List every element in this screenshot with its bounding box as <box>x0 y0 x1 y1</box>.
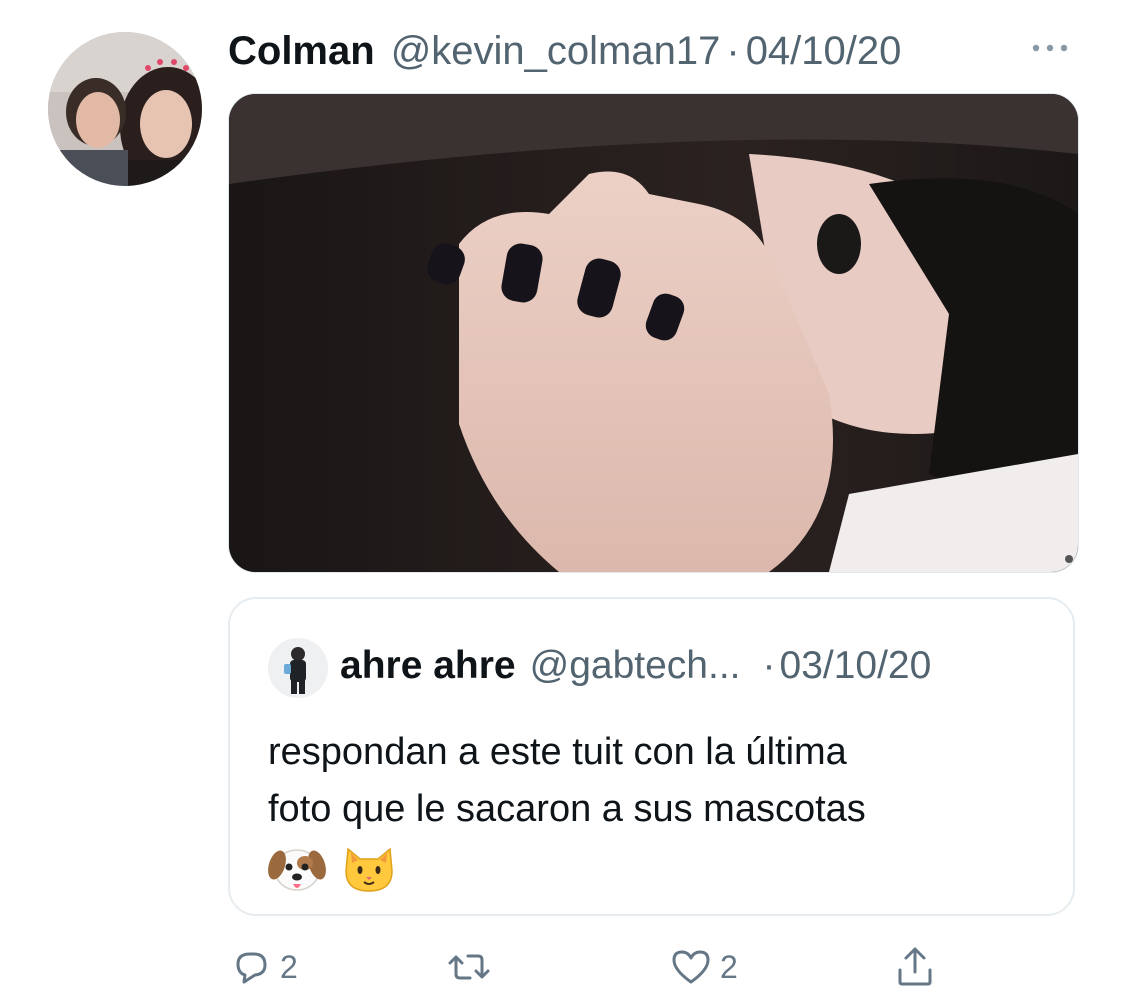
quoted-tweet-header: ahre ahre @gabtech... · 03/10/20 <box>340 643 931 689</box>
quoted-tweet-emojis <box>268 839 398 897</box>
share-button[interactable] <box>892 944 938 990</box>
media-photo <box>229 94 1078 572</box>
like-count: 2 <box>720 948 738 985</box>
author-name[interactable]: Colman <box>228 28 375 74</box>
quoted-header-separator: · <box>762 644 776 687</box>
quoted-author-avatar[interactable] <box>268 638 328 698</box>
quoted-author-name[interactable]: ahre ahre <box>340 643 516 689</box>
tweet-media-image[interactable] <box>228 93 1079 573</box>
tweet-header: Colman @kevin_colman17 · 04/10/20 <box>228 28 901 74</box>
like-button[interactable]: 2 <box>668 944 738 990</box>
reply-count: 2 <box>280 948 298 985</box>
cat-face-emoji <box>345 847 393 892</box>
avatar-photo <box>48 32 202 186</box>
tweet-date[interactable]: 04/10/20 <box>746 28 902 74</box>
tweet-actions-bar: 2 2 <box>228 944 1077 990</box>
more-horizontal-icon <box>1032 44 1068 52</box>
more-options-button[interactable] <box>1026 36 1074 60</box>
quoted-tweet-date[interactable]: 03/10/20 <box>780 643 932 689</box>
retweet-icon <box>448 954 490 980</box>
reply-icon <box>236 952 267 984</box>
heart-icon <box>672 950 710 984</box>
quoted-tweet[interactable]: ahre ahre @gabtech... · 03/10/20 respond… <box>228 597 1075 916</box>
quoted-avatar-photo <box>268 638 328 698</box>
author-avatar[interactable] <box>48 32 202 186</box>
quoted-author-handle[interactable]: @gabtech... <box>530 643 741 689</box>
reply-button[interactable]: 2 <box>228 944 298 990</box>
header-separator: · <box>726 29 740 73</box>
author-handle[interactable]: @kevin_colman17 <box>391 28 721 74</box>
retweet-button[interactable] <box>446 944 498 990</box>
quoted-tweet-text: respondan a este tuit con la última foto… <box>268 731 866 830</box>
share-icon <box>898 947 932 986</box>
dog-face-emoji <box>268 849 326 891</box>
